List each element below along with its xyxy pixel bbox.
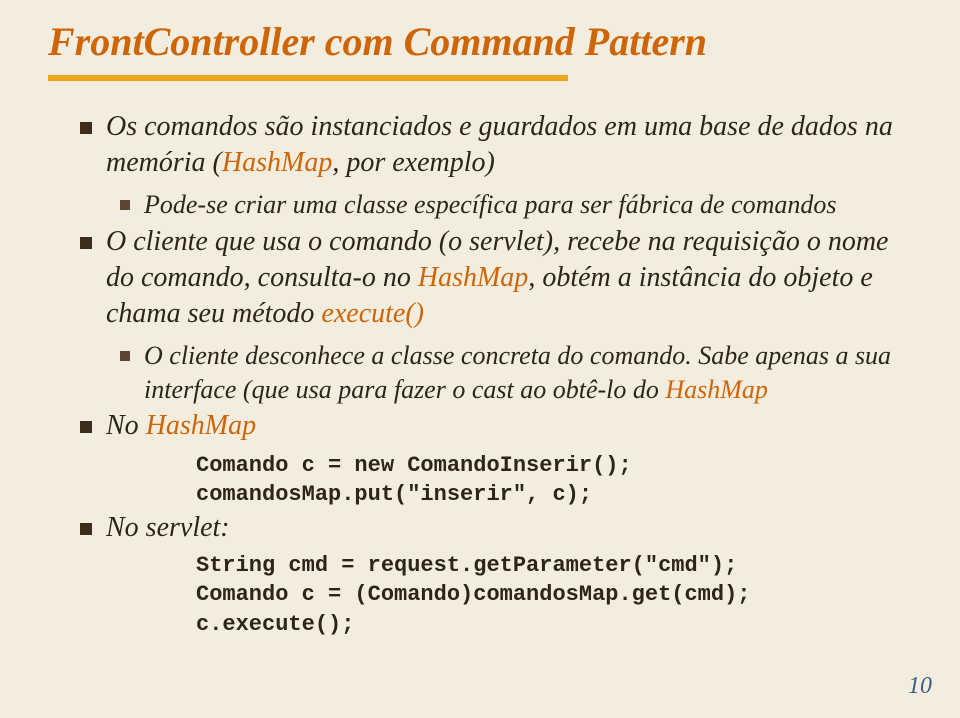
bullet-level1: Os comandos são instanciados e guardados… (80, 109, 904, 182)
slide-title: FrontController com Command Pattern (48, 18, 960, 65)
bullet-level1: No servlet: (80, 510, 904, 546)
bullet-text: No servlet: (106, 510, 230, 546)
bullet-icon (80, 421, 92, 433)
bullet-text: Pode-se criar uma classe específica para… (144, 188, 836, 222)
code-block: String cmd = request.getParameter("cmd")… (196, 551, 904, 640)
text-run: O cliente desconhece a classe concreta d… (144, 341, 891, 404)
term-hashmap: HashMap (222, 147, 332, 178)
bullet-text: No HashMap (106, 408, 256, 444)
bullet-icon (80, 523, 92, 535)
slide: FrontController com Command Pattern Os c… (0, 0, 960, 718)
code-block: Comando c = new ComandoInserir(); comand… (196, 451, 904, 510)
code-line: comandosMap.put("inserir", c); (196, 480, 904, 510)
code-line: Comando c = new ComandoInserir(); (196, 451, 904, 481)
code-line: String cmd = request.getParameter("cmd")… (196, 551, 904, 581)
bullet-level1: O cliente que usa o comando (o servlet),… (80, 224, 904, 333)
bullet-icon (120, 200, 130, 210)
content-area: Os comandos são instanciados e guardados… (0, 81, 960, 640)
text-run: No (106, 410, 146, 441)
bullet-text: O cliente que usa o comando (o servlet),… (106, 224, 904, 333)
bullet-text: O cliente desconhece a classe concreta d… (144, 339, 904, 407)
text-run: , por exemplo) (332, 147, 495, 178)
bullet-level2: Pode-se criar uma classe específica para… (120, 188, 904, 222)
term-execute: execute() (321, 298, 424, 329)
bullet-icon (80, 237, 92, 249)
term-hashmap: HashMap (665, 375, 768, 404)
code-line: c.execute(); (196, 610, 904, 640)
code-line: Comando c = (Comando)comandosMap.get(cmd… (196, 580, 904, 610)
term-hashmap: HashMap (418, 262, 528, 293)
bullet-level2: O cliente desconhece a classe concreta d… (120, 339, 904, 407)
bullet-icon (120, 351, 130, 361)
title-area: FrontController com Command Pattern (0, 0, 960, 81)
term-hashmap: HashMap (146, 410, 256, 441)
bullet-level1: No HashMap (80, 408, 904, 444)
bullet-icon (80, 122, 92, 134)
page-number: 10 (908, 673, 932, 700)
bullet-text: Os comandos são instanciados e guardados… (106, 109, 904, 182)
